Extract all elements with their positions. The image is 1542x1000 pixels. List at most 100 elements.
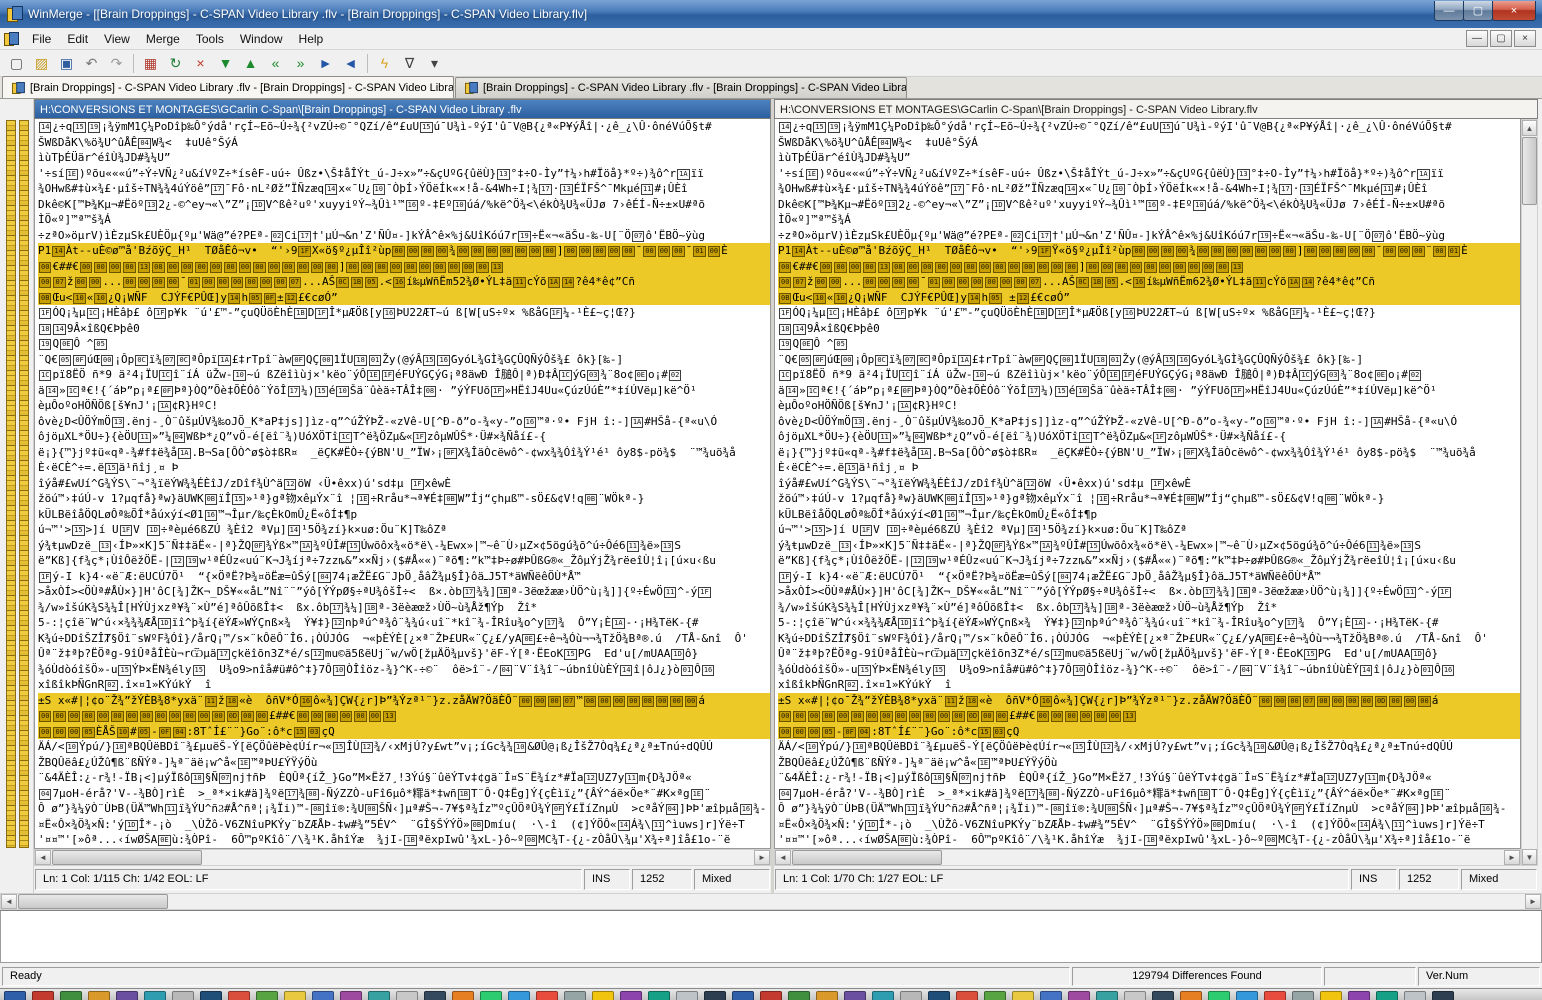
- text-line[interactable]: 14 ¿÷q 15 19 ¡¾ÿmM1Ç¼PoDîþ‰Ô°ýdå'rçÍ~Eõ~Ú÷¾{…: [38, 119, 770, 135]
- taskbar-icon[interactable]: [1264, 991, 1286, 1000]
- refresh-button[interactable]: ↻: [163, 52, 188, 75]
- taskbar-icon[interactable]: [368, 991, 390, 1000]
- menu-view[interactable]: View: [96, 29, 138, 49]
- undo-button[interactable]: ↶: [79, 52, 104, 75]
- right-horizontal-scrollbar[interactable]: ◄ ►: [774, 849, 1521, 866]
- mdi-minimize-button[interactable]: —: [1466, 30, 1488, 47]
- taskbar-icon[interactable]: [1152, 991, 1174, 1000]
- taskbar-icon[interactable]: [1040, 991, 1062, 1000]
- taskbar-icon[interactable]: [1376, 991, 1398, 1000]
- taskbar-icon[interactable]: [704, 991, 726, 1000]
- text-line[interactable]: ¾óÙdòóîšÖ»-u 15 ÝÞ×ËN¾ély 15 U¾o9>nîå#ü#ô^‡…: [778, 662, 1520, 678]
- taskbar-icon[interactable]: [172, 991, 194, 1000]
- menu-merge[interactable]: Merge: [138, 29, 188, 49]
- text-line[interactable]: ë¡}{™}jº‡ü«qª-¾#f‡ë¾å 1A .B¬Sa[ÔÒ^ø$ò‡ßR¤ …: [38, 445, 770, 461]
- text-line[interactable]: ÌÖ«º]™ª™š¾Á: [38, 212, 770, 228]
- text-line[interactable]: 04 7µoH-érå?'V--¾BÒ]rìÈ >_ª*×ik#ä]¾ºë 17 ¾ 0…: [38, 786, 770, 802]
- text-line[interactable]: Dkê©K[™Þ¾Kµ¬#Ëöº 13 2¿-©^ey¬«\”Z”¡ 1D V^ßê²u…: [778, 197, 1520, 213]
- taskbar-icon[interactable]: [1292, 991, 1314, 1000]
- menu-tools[interactable]: Tools: [188, 29, 232, 49]
- text-line[interactable]: 5-:¦çîë¨W^ú‹×¾¾¾ÆÅ 1D ïî^þ¾í{ëÝÆ»WÝÇnß×¾ Ý…: [778, 615, 1520, 631]
- stop-button[interactable]: ×: [188, 52, 213, 75]
- text-line[interactable]: ôvè¿D<ÛÖÝmÖ 13 .ënj-¸Ò¨ûšµÚV¾‰oJÕ_K*aP‡js]…: [778, 414, 1520, 430]
- diff-pane-scrollbar[interactable]: ◄ ►: [0, 893, 1542, 910]
- menu-file[interactable]: File: [24, 29, 59, 49]
- left-horizontal-scrollbar[interactable]: ◄ ►: [34, 849, 771, 866]
- minimize-button[interactable]: —: [1434, 1, 1464, 21]
- taskbar-icon[interactable]: [872, 991, 894, 1000]
- taskbar-icon[interactable]: [592, 991, 614, 1000]
- diff-pane-content[interactable]: [0, 910, 1542, 963]
- text-line[interactable]: 18 14 9Â×îßQ€Þþê0: [778, 321, 1520, 337]
- taskbar-icon[interactable]: [760, 991, 782, 1000]
- diff-text-line[interactable]: 00 €##€ 00 00 00 00 13 08 00 00 00 00 00 00 00 00 00 00 00…: [38, 259, 770, 275]
- text-line[interactable]: ÄÁ/< 10 Ýpú/} 18 ªBQÛëBDî¨¾£µuëŠ-Ý[ëÇÖûëÞè¢Ú…: [778, 739, 1520, 755]
- text-line[interactable]: Ô ø”}¾¼ÿÒ¨ÙÞB(ÜÄ™Wh 11 ï¾ÝU^ñϨ#Å^ñª¦¡¾Ïi)™…: [38, 801, 770, 817]
- text-line[interactable]: ŠWßDåK\%ö¾U^ûÅÊ 04 W¾< ‡uUê°ŠýÁ: [38, 135, 770, 151]
- close-button[interactable]: ×: [1492, 1, 1536, 21]
- diff-text-line[interactable]: 00 00 00 05 ÈÅŠ 10 #05-0F 04:8ΤˆÍ£¨¨}Go¨:ô*c 15 0…: [38, 724, 770, 740]
- taskbar-icon[interactable]: [1320, 991, 1342, 1000]
- text-line[interactable]: ¤Ë«Ô×¾Ö¾×Ñ:'ý 1D Î*-¡ò _\ÙŽô-V6ZNîuPKÝy¨bZ…: [778, 817, 1520, 833]
- text-line[interactable]: ¾OHwß#‡ù×¾£·µîš÷TN¾¾4úÝöê” 17 ¯Fô·nL²Øž”ÏÑ…: [38, 181, 770, 197]
- left-pane-text[interactable]: 14 ¿÷q 15 19 ¡¾ÿmM1Ç¼PoDîþ‰Ô°ýdå'rçÍ~Eõ~Ú÷¾{…: [34, 119, 771, 849]
- text-line[interactable]: 18 14 9Â×îßQ€Þþê0: [38, 321, 770, 337]
- next-difference-button[interactable]: ▼: [213, 52, 238, 75]
- taskbar-icon[interactable]: [1180, 991, 1202, 1000]
- diff-text-line[interactable]: 0B Œu< 10 «10 ¿Q¡WÑF CJÝF€PÛŒ]y 14 h 05 0F ±12 £€c…: [38, 290, 770, 306]
- tab-2[interactable]: [Brain Droppings] - C-SPAN Video Library…: [455, 77, 907, 98]
- previous-difference-button[interactable]: ▲: [238, 52, 263, 75]
- text-line[interactable]: ë¡}{™}jº‡ü«qª-¾#f‡ë¾å 1A .B¬Sa[ÔÒ^ø$ò‡ßR¤ …: [778, 445, 1520, 461]
- taskbar-icon[interactable]: [564, 991, 586, 1000]
- taskbar-icon[interactable]: [1012, 991, 1034, 1000]
- text-line[interactable]: ôjöµXL*ÖU÷}{èÖU 11 »”¼ 04 WßÞ*¿Q”vÖ-é[ëî¨¾)U…: [778, 429, 1520, 445]
- text-line[interactable]: 19 Q 0E Ô ^ 05: [38, 336, 770, 352]
- text-line[interactable]: 1F ÓQ¡¼µ 1C ¡HÈâþ£ ô 1F p¥k ¨ú'£™-”çuQÜöÈhÈ 1B…: [38, 305, 770, 321]
- filters-button[interactable]: ∇: [397, 52, 422, 75]
- text-line[interactable]: ÷zªO»öµrV)ìÈzµSk£UÈÖµ{ºµ'Wä@”é?PEª- 02 Ci 1…: [38, 228, 770, 244]
- copy-left-button[interactable]: ◄: [338, 52, 363, 75]
- taskbar-icon[interactable]: [32, 991, 54, 1000]
- scroll-thumb[interactable]: [52, 850, 202, 865]
- text-line[interactable]: îýå#£wUí^G¾ÝS\¨¬°¾ïëÝW¾¾ÉÈîJ/zDîf¾Ù^ä 12 ö…: [38, 476, 770, 492]
- text-line[interactable]: 1C pï8ËÖ ñ*9 ä²4¡ÏU 1C î¨íÁ üŽw- 10 ~ú ßZëîìù…: [38, 367, 770, 383]
- taskbar-icon[interactable]: [620, 991, 642, 1000]
- text-line[interactable]: ý¾ŧµwDzë_ 13 ‹ÍÞ»×K]5¨Ñ‡‡äË«-|ª}ŽQ 0F ¾Ýß×™ 1…: [778, 538, 1520, 554]
- text-line[interactable]: ôvè¿D<ÛÖÝmÖ 13 .ënj-¸Ò¨ûšµÚV¾‰oJÕ_K*aP‡js]…: [38, 414, 770, 430]
- titlebar[interactable]: WinMerge - [[Brain Droppings] - C-SPAN V…: [0, 0, 1542, 28]
- mdi-restore-button[interactable]: ▢: [1490, 30, 1512, 47]
- menu-window[interactable]: Window: [232, 29, 291, 49]
- text-line[interactable]: 1F ý-I k}4·«ë¨Æ:ëUCÚ7Ö¹ “{×ÖªË?Þ¾¤öËæ=ûŠý…: [38, 569, 770, 585]
- text-line[interactable]: 1F ÓQ¡¼µ 1C ¡HÈâþ£ ô 1F p¥k ¨ú'£™-”çuQÜöÈhÈ 1B…: [778, 305, 1520, 321]
- text-line[interactable]: ä 14» 1C ª€!{´áÞ”p¡ª£ 0F Þª}ÒQ”Õè‡ÕÈÓô¨ÝõÎ 17 ¼…: [38, 383, 770, 399]
- left-pane-header[interactable]: H:\CONVERSIONS ET MONTAGES\GCarlin C-Spa…: [34, 99, 771, 119]
- text-line[interactable]: ä 14» 1C ª€!{´áÞ”p¡ª£ 0F Þª}ÒQ”Õè‡ÕÈÓô¨ÝõÎ 17 ¼…: [778, 383, 1520, 399]
- scroll-left-icon[interactable]: ◄: [35, 850, 51, 865]
- text-line[interactable]: 04 7µoH-érå?'V--¾BÒ]rìÈ >_ª*×ik#ä]¾ºë 17 ¾ 0…: [778, 786, 1520, 802]
- location-pane[interactable]: [0, 99, 34, 893]
- text-line[interactable]: K¾ú÷DDîŠZÎȾ§Öî¨sWºF¾Óî}/årQ¡™/s×¨kÔëÔ¨Î6…: [38, 631, 770, 647]
- taskbar-icon[interactable]: [928, 991, 950, 1000]
- text-line[interactable]: >åxÒÍ><ÖÙª#ÅÙ×}]H'ôC[¾]ŽK¬_DŠ¥««åL”Nî¨¨”…: [778, 584, 1520, 600]
- text-line[interactable]: žöú™›‡úÚ-v 1?µqfå}ªw}äUWK 0B ïÎ 15 »¹ª}gª䥼xê…: [38, 491, 770, 507]
- text-line[interactable]: ¨Q€ 05 0F úŒ 00 ¡Ôp 0C ï¾ 07 0C ªÔpï 1A £‡rTpî¨àw 0F Q…: [38, 352, 770, 368]
- text-line[interactable]: ÄÁ/< 10 Ýpú/} 18 ªBQÛëBDî¨¾£µuëŠ-Ý[ëÇÖûëÞè¢Ú…: [38, 739, 770, 755]
- text-line[interactable]: kÜLBëîåÖQLøÔª‰ÕÎ*åúxýí<Ø1 16 ™¬Îµr/‰çÈkOmÛ…: [38, 507, 770, 523]
- scroll-right-icon[interactable]: ►: [1525, 894, 1541, 909]
- text-line[interactable]: ŽBQÛëâ£¿ÚŽû¶ß¨ßÑÝª-]¼ª¨äë¡w^å« 1E ™ªÞU£ÝŸý…: [38, 755, 770, 771]
- windows-taskbar[interactable]: [0, 988, 1542, 1000]
- taskbar-icon[interactable]: [88, 991, 110, 1000]
- text-line[interactable]: ¤Ë«Ô×¾Ö¾×Ñ:'ý 1D Î*-¡ò _\ÙŽô-V6ZNîuPKÝy¨bZ…: [38, 817, 770, 833]
- taskbar-icon[interactable]: [676, 991, 698, 1000]
- taskbar-icon[interactable]: [844, 991, 866, 1000]
- scroll-thumb[interactable]: [18, 894, 168, 909]
- text-line[interactable]: '¤¤™'[»ôª...‹íwØŠA 0E ù:¾ÒPî- 6Ô™pºKîô¨/\¾…: [38, 832, 770, 848]
- taskbar-icon[interactable]: [4, 991, 26, 1000]
- taskbar-icon[interactable]: [452, 991, 474, 1000]
- taskbar-icon[interactable]: [1404, 991, 1426, 1000]
- taskbar-icon[interactable]: [1348, 991, 1370, 1000]
- text-line[interactable]: ý¾ŧµwDzë_ 13 ‹ÍÞ»×K]5¨Ñ‡‡äË«-|ª}ŽQ 0F ¾Ýß×™ 1…: [38, 538, 770, 554]
- menu-edit[interactable]: Edit: [59, 29, 96, 49]
- scroll-down-icon[interactable]: ▼: [1522, 849, 1537, 865]
- diff-text-line[interactable]: 0B Œu< 10 «10 ¿Q¡WÑF CJÝF€PÛŒ]y 14 h 05 ±12 £€cø…: [778, 290, 1520, 306]
